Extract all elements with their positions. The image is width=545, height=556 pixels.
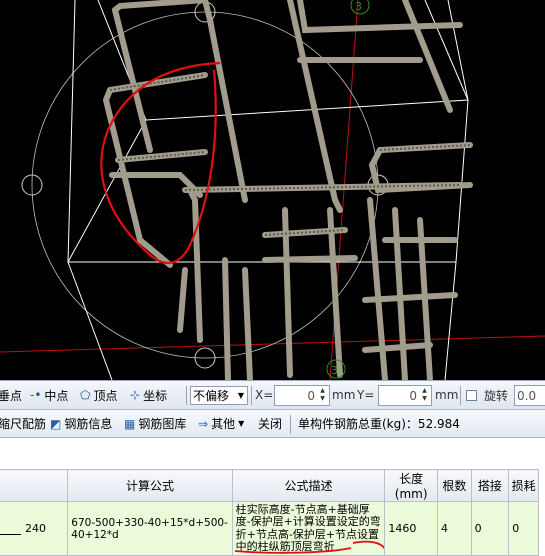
rotate-checkbox[interactable]: [466, 390, 477, 401]
shape-value: 240: [25, 522, 46, 535]
table-header-row: 计算公式 公式描述 长度(mm) 根数 搭接 损耗: [0, 469, 539, 502]
column-header-count: 根数: [437, 469, 472, 502]
offset-mode-value: 不偏移: [193, 389, 230, 403]
description-cell[interactable]: 柱实际高度-节点高+基础厚度-保护层+计算设置设定的弯折+节点高-保护层+节点设…: [231, 501, 386, 556]
rebar-table: 计算公式 公式描述 长度(mm) 根数 搭接 损耗 240 670-500+33…: [0, 469, 545, 556]
close-label: 关闭: [258, 417, 283, 431]
offset-mode-select[interactable]: 不偏移 ▼: [190, 386, 248, 405]
x-unit-label: mm: [332, 388, 356, 402]
rebar-library-icon: ▦: [124, 416, 136, 431]
rotate-angle-input[interactable]: 0.0: [514, 385, 545, 406]
table-row[interactable]: 240 670-500+330-40+15*d+500-40+12*d 柱实际高…: [0, 501, 539, 556]
rebar-shape-icon: [0, 524, 21, 535]
y-coordinate-value: 0: [409, 388, 417, 403]
rebar-3d-scene[interactable]: 3 3: [0, 0, 545, 380]
toolbar-divider: [186, 386, 187, 405]
rotate-angle-value: 0.0: [517, 388, 537, 403]
chevron-down-icon: ▼: [237, 391, 244, 400]
column-header-formula: 计算公式: [67, 469, 233, 502]
rebar-info-button[interactable]: ◩ 钢筋信息: [50, 410, 112, 437]
scale-rebar-label: 缩尺配筋: [0, 417, 47, 431]
y-unit-label: mm: [435, 388, 459, 402]
loss-cell[interactable]: 0: [508, 501, 539, 556]
column-header-length: 长度(mm): [384, 469, 439, 502]
y-label: Y=: [357, 388, 375, 402]
chevron-down-icon: ▼: [238, 419, 245, 428]
lap-cell[interactable]: 0: [470, 501, 510, 556]
total-weight-readout: 单构件钢筋总重(kg)：52.984: [298, 410, 460, 437]
midpoint-icon: -•: [30, 388, 42, 402]
length-cell[interactable]: 1460: [384, 501, 439, 556]
rebar-bars: [102, 0, 473, 380]
axis-label-bottom: 3: [331, 364, 338, 377]
column-header-loss: 损耗: [508, 469, 539, 502]
snap-midpoint[interactable]: -• 中点: [30, 381, 68, 409]
column-header-lap: 搭接: [470, 469, 510, 502]
total-weight-label: 单构件钢筋总重(kg)：52.984: [298, 417, 460, 431]
other-menu-label: 其他: [211, 417, 236, 431]
y-coordinate-input[interactable]: 0 ▲ ▼: [378, 385, 432, 406]
x-coordinate-input[interactable]: 0 ▲ ▼: [274, 385, 330, 406]
rebar-library-label: 钢筋图库: [138, 417, 187, 431]
rebar-info-icon: ◩: [50, 416, 62, 431]
rebar-library-button[interactable]: ▦ 钢筋图库: [124, 410, 186, 437]
snap-toolbar: 垂点 -• 中点 ⬠ 顶点 ⊹ 坐标 不偏移 ▼ X= 0 ▲ ▼ mm Y= 0…: [0, 380, 545, 410]
close-button[interactable]: 关闭: [258, 410, 282, 437]
snap-vertex[interactable]: ⬠ 顶点: [80, 381, 117, 409]
other-menu-icon: ⇒: [198, 416, 209, 431]
spinner-arrows-icon[interactable]: ▲ ▼: [317, 387, 328, 404]
count-cell[interactable]: 4: [437, 501, 472, 556]
x-coordinate-value: 0: [307, 388, 315, 403]
x-label: X=: [255, 388, 274, 402]
toolbar-divider: [290, 415, 291, 434]
scale-rebar-button[interactable]: 缩尺配筋: [0, 410, 46, 437]
snap-coord[interactable]: ⊹ 坐标: [130, 381, 167, 409]
formula-cell[interactable]: 670-500+330-40+15*d+500-40+12*d: [67, 501, 233, 556]
snap-perpendicular-label: 垂点: [0, 388, 23, 403]
spinner-arrows-icon[interactable]: ▲ ▼: [419, 387, 430, 404]
snap-perpendicular[interactable]: 垂点: [0, 381, 22, 409]
rebar-info-label: 钢筋信息: [64, 417, 113, 431]
snap-midpoint-label: 中点: [44, 388, 69, 403]
coordinate-icon: ⊹: [130, 388, 141, 402]
snap-coord-label: 坐标: [143, 388, 168, 403]
toolbar-divider: [460, 386, 461, 405]
rotate-label: 旋转: [484, 388, 509, 403]
column-header-shape: [0, 469, 69, 502]
description-text: 柱实际高度-节点高+基础厚度-保护层+计算设置设定的弯折+节点高-保护层+节点设…: [235, 502, 381, 553]
other-menu-button[interactable]: ⇒ 其他 ▼: [198, 410, 244, 437]
rebar-3d-viewport[interactable]: 3 3: [0, 0, 545, 380]
snap-vertex-label: 顶点: [93, 388, 118, 403]
rebar-toolbar: 缩尺配筋 ◩ 钢筋信息 ▦ 钢筋图库 ⇒ 其他 ▼ 关闭 单构件钢筋总重(kg)…: [0, 410, 545, 438]
shape-cell[interactable]: 240: [0, 501, 69, 556]
toolbar-divider: [251, 386, 252, 405]
column-header-description: 公式描述: [231, 469, 386, 502]
axis-label-top: 3: [355, 0, 362, 13]
vertex-icon: ⬠: [80, 388, 91, 402]
